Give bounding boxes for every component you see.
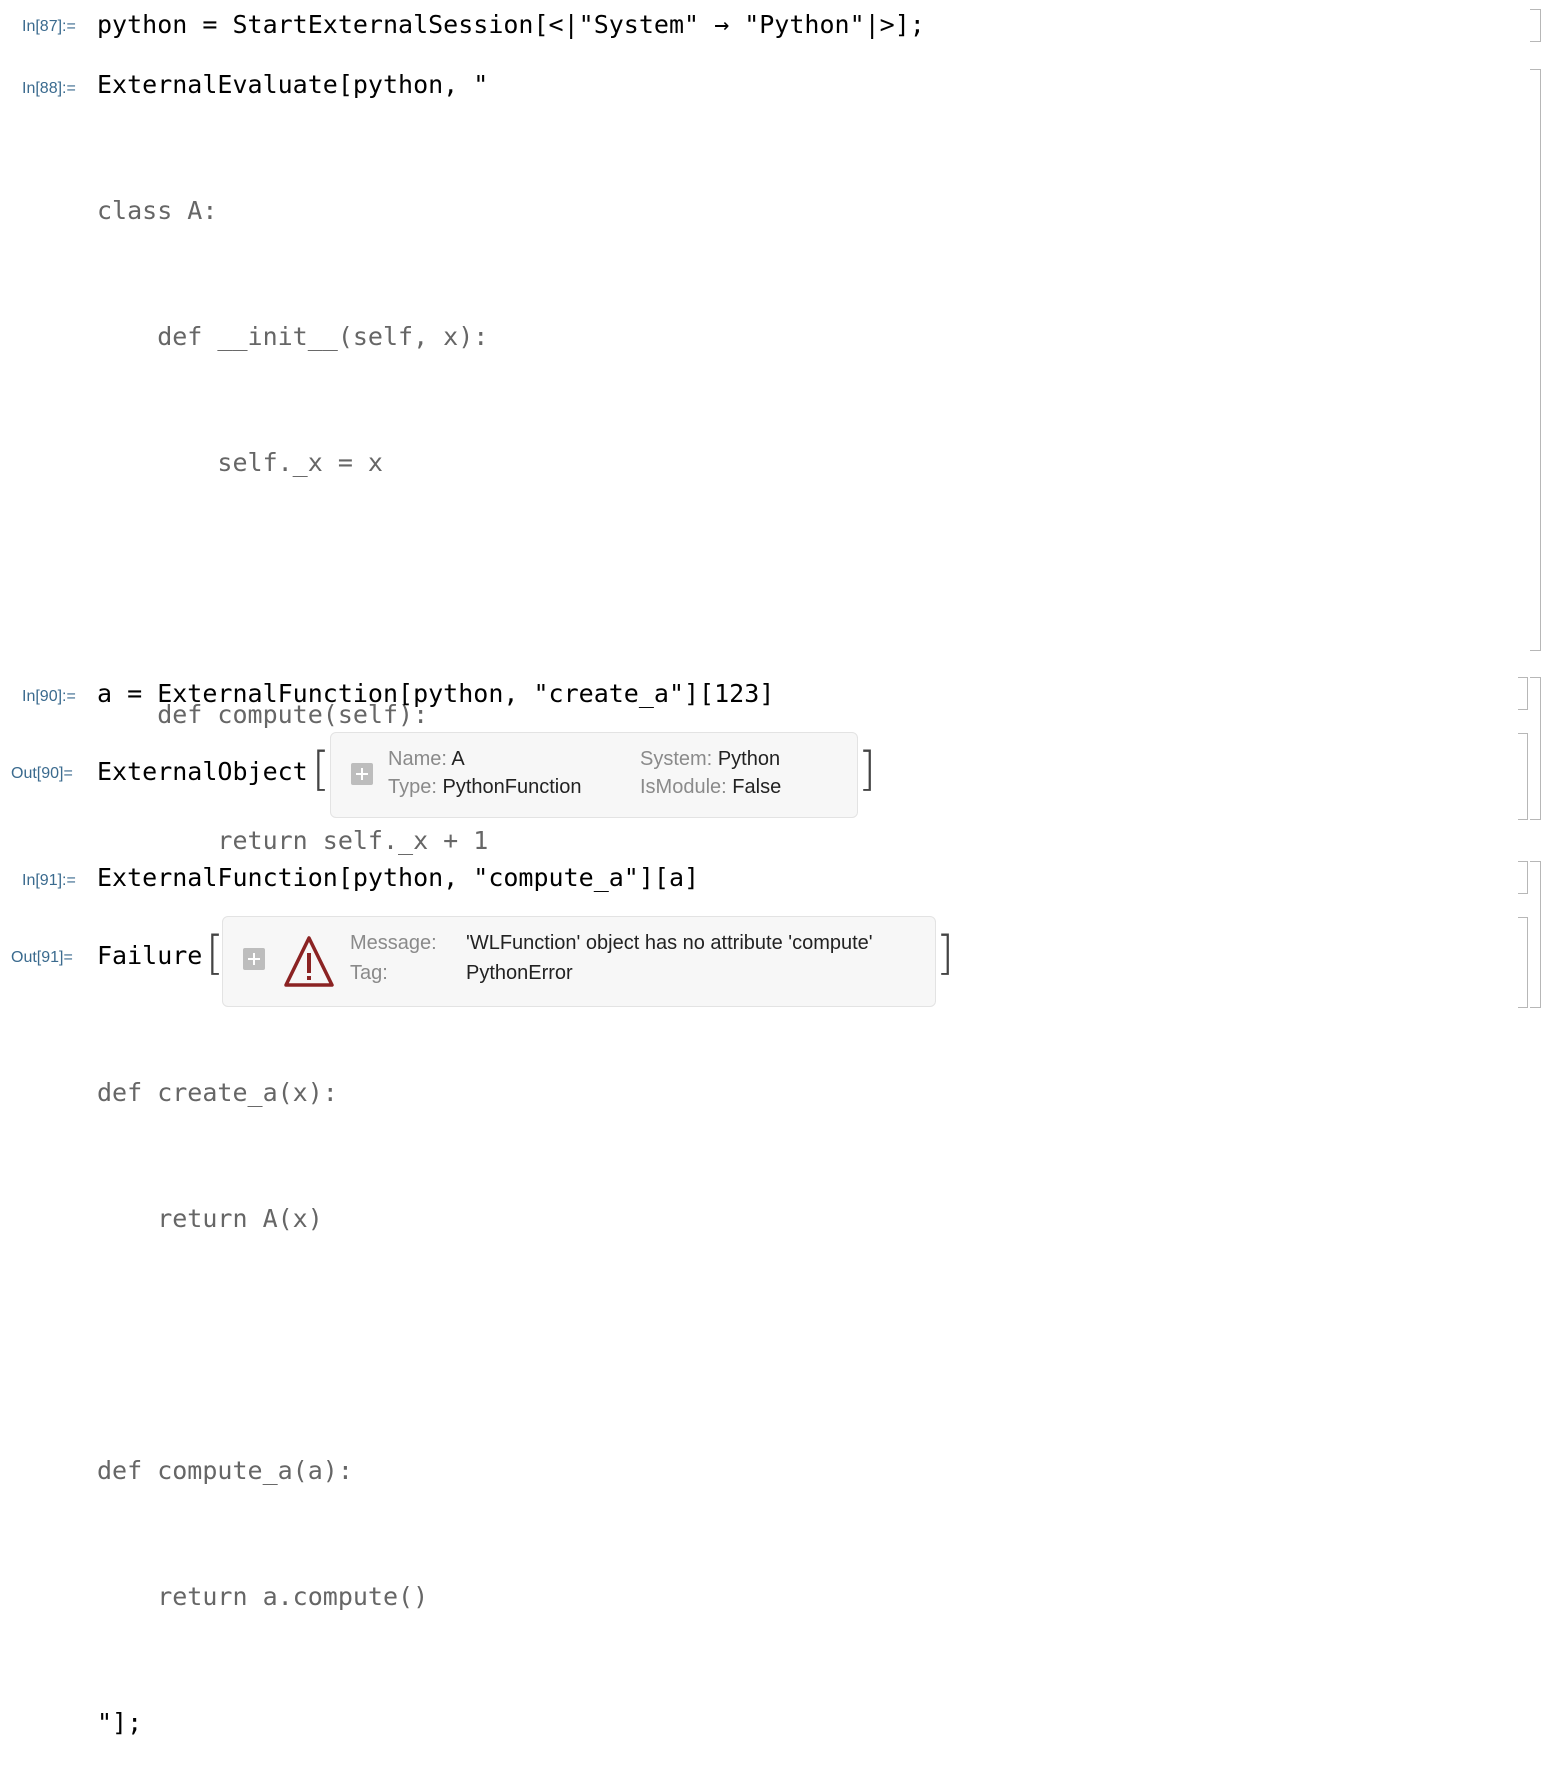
input-code-87[interactable]: python = StartExternalSession[<|"System"… [97, 4, 925, 46]
cell-bracket-88[interactable] [1530, 69, 1541, 651]
message-key: Message: [350, 932, 437, 954]
output-head-91: Failure [97, 941, 203, 970]
output-label-90: Out[90]= [11, 765, 73, 782]
cell-bracket-out-91[interactable] [1518, 917, 1528, 1008]
code-line: return self._x + 1 [97, 826, 489, 855]
cell-bracket-90[interactable] [1518, 677, 1528, 710]
ismodule-value: False [732, 776, 782, 798]
input-code-88-first-line[interactable]: ExternalEvaluate[python, " [97, 64, 488, 106]
external-object-summary-box[interactable]: Name: A Type: PythonFunction System: Pyt… [330, 732, 858, 818]
cell-bracket-out-90[interactable] [1518, 733, 1528, 820]
group-bracket-90[interactable] [1530, 677, 1541, 820]
system-key: System: [640, 748, 713, 770]
cell-bracket-87[interactable] [1530, 9, 1541, 42]
type-value: PythonFunction [442, 776, 582, 798]
input-code-91[interactable]: ExternalFunction[python, "compute_a"][a] [97, 857, 699, 899]
message-value: 'WLFunction' object has no attribute 'co… [466, 932, 873, 954]
cell-bracket-91[interactable] [1518, 861, 1528, 894]
close-bracket: ] [858, 742, 876, 796]
type-key: Type: [388, 776, 437, 798]
plus-box-icon[interactable] [351, 763, 373, 785]
input-label-88: In[88]:= [22, 80, 76, 97]
output-head-90: ExternalObject [97, 757, 308, 786]
input-code-90[interactable]: a = ExternalFunction[python, "create_a"]… [97, 673, 774, 715]
close-bracket: ] [936, 926, 954, 980]
failure-summary-box[interactable]: Message: 'WLFunction' object has no attr… [222, 916, 936, 1007]
code-line: def compute_a(a): [97, 1456, 353, 1485]
input-label-91: In[91]:= [22, 872, 76, 889]
code-line: "]; [97, 1708, 143, 1737]
code-line: class A: [97, 196, 218, 225]
input-label-90: In[90]:= [22, 688, 76, 705]
name-key: Name: [388, 748, 447, 770]
group-bracket-91[interactable] [1530, 861, 1541, 1008]
output-label-91: Out[91]= [11, 949, 73, 966]
code-line: return A(x) [97, 1204, 323, 1233]
system-value: Python [717, 748, 781, 770]
plus-box-icon[interactable] [243, 948, 265, 970]
name-value: A [451, 748, 465, 770]
tag-value: PythonError [466, 962, 573, 984]
ismodule-key: IsModule: [640, 776, 727, 798]
code-line: def create_a(x): [97, 1078, 338, 1107]
code-line: return a.compute() [97, 1582, 429, 1611]
input-label-87: In[87]:= [22, 18, 76, 35]
warning-triangle-icon [284, 936, 334, 987]
open-bracket: [ [312, 742, 330, 796]
tag-key: Tag: [350, 962, 388, 984]
code-line: def __init__(self, x): [97, 322, 489, 351]
code-line: self._x = x [97, 448, 383, 477]
